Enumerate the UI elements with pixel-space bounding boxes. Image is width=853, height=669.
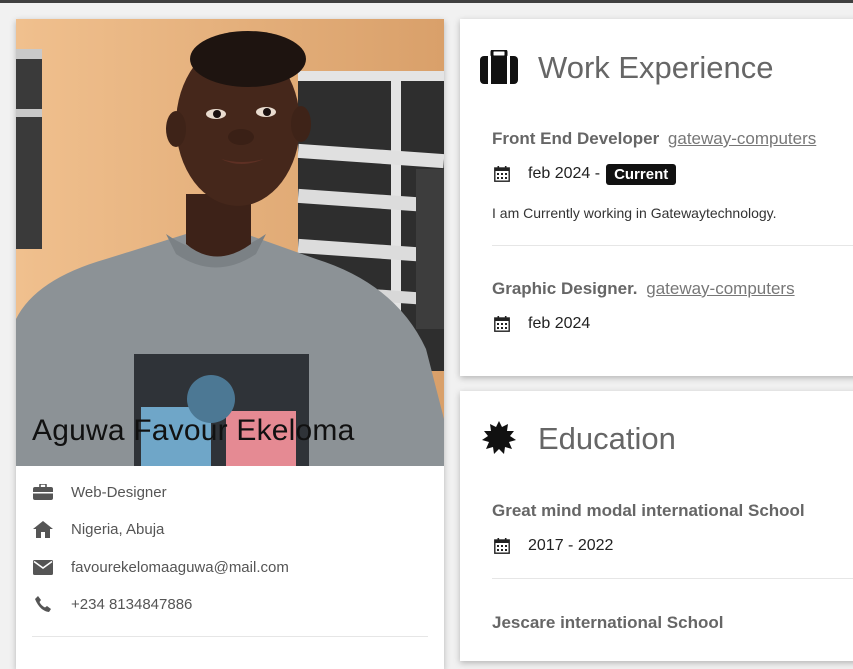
briefcase-icon xyxy=(33,482,53,502)
calendar-icon xyxy=(492,314,512,334)
calendar-icon xyxy=(492,536,512,556)
education-entry-1-school: Great mind modal international School xyxy=(492,501,805,520)
profile-divider xyxy=(32,636,428,637)
certificate-icon xyxy=(480,419,518,457)
profile-card: Aguwa Favour Ekeloma Web-Designer Nigeri… xyxy=(16,19,444,669)
education-divider xyxy=(492,578,853,579)
calendar-icon xyxy=(492,164,512,184)
work-entry-2-company-link[interactable]: gateway-computers xyxy=(646,279,794,298)
work-entry-1-date-text: feb 2024 - xyxy=(528,165,601,182)
email-text: favourekelomaaguwa@mail.com xyxy=(71,558,289,576)
phone-icon xyxy=(33,594,53,614)
work-entry-1-role: Front End Developer xyxy=(492,129,660,148)
education-entry-1-date: 2017 - 2022 xyxy=(492,534,613,558)
work-entry-2-date: feb 2024 xyxy=(492,312,590,336)
info-row-email: favourekelomaaguwa@mail.com xyxy=(33,555,433,579)
profile-photo xyxy=(16,19,444,466)
education-title: Education xyxy=(538,421,676,456)
work-entry-1-date: feb 2024 - Current xyxy=(492,162,677,186)
current-badge: Current xyxy=(606,163,677,185)
profile-name: Aguwa Favour Ekeloma xyxy=(32,414,355,447)
work-entry-1-title: Front End Developer gateway-computers xyxy=(492,129,816,149)
info-row-phone: +234 8134847886 xyxy=(33,592,433,616)
work-entry-2-date-text: feb 2024 xyxy=(528,315,591,332)
work-entry-2-title: Graphic Designer. gateway-computers xyxy=(492,279,795,299)
top-bar xyxy=(0,0,853,3)
work-divider xyxy=(492,245,853,246)
work-entry-1-description: I am Currently working in Gatewaytechnol… xyxy=(492,205,777,221)
home-icon xyxy=(33,519,53,539)
envelope-icon xyxy=(33,557,53,577)
info-row-location: Nigeria, Abuja xyxy=(33,517,433,541)
work-entry-2-role: Graphic Designer. xyxy=(492,279,638,298)
education-card: Education Great mind modal international… xyxy=(460,391,853,661)
suitcase-icon xyxy=(480,48,518,86)
work-entry-1-company-link[interactable]: gateway-computers xyxy=(668,129,816,148)
education-entry-2-school: Jescare international School xyxy=(492,613,724,632)
work-experience-card: Work Experience Front End Developer gate… xyxy=(460,19,853,376)
work-experience-title: Work Experience xyxy=(538,50,774,85)
info-row-occupation: Web-Designer xyxy=(33,480,433,504)
location-text: Nigeria, Abuja xyxy=(71,520,165,538)
phone-text: +234 8134847886 xyxy=(71,595,193,613)
occupation-text: Web-Designer xyxy=(71,483,167,501)
education-entry-1-date-text: 2017 - 2022 xyxy=(528,537,614,554)
